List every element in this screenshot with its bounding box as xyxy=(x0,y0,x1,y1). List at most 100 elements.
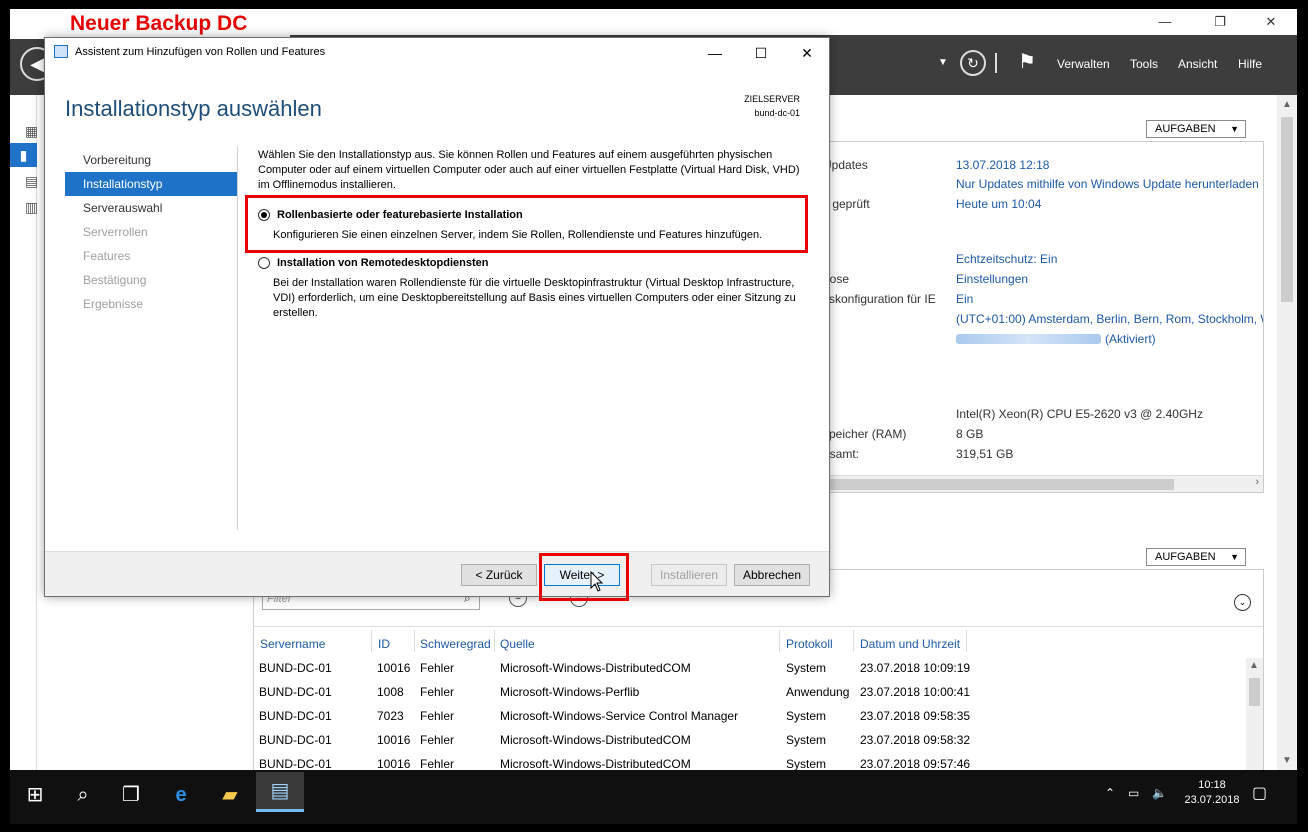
col-log[interactable]: Protokoll xyxy=(786,637,833,651)
scrollbar-thumb[interactable] xyxy=(1249,678,1260,706)
prop-value-activation[interactable]: (Aktiviert) xyxy=(1105,332,1156,346)
server-manager-taskbar-button[interactable]: ▤ xyxy=(256,772,304,812)
col-severity[interactable]: Schweregrad xyxy=(420,637,491,651)
clock[interactable]: 10:18 23.07.2018 xyxy=(1182,778,1242,808)
file-explorer-icon[interactable]: ▰ xyxy=(215,780,245,810)
wizard-footer: < Zurück Weiter > Installieren Abbrechen xyxy=(45,551,829,596)
cell-source: Microsoft-Windows-Service Control Manage… xyxy=(500,709,739,723)
maximize-button[interactable]: ❐ xyxy=(1200,11,1240,33)
prop-value-update-mode[interactable]: Nur Updates mithilfe von Windows Update … xyxy=(956,177,1259,191)
cell-log: System xyxy=(786,709,827,723)
chevron-down-icon[interactable]: ▼ xyxy=(1282,755,1292,766)
wizard-titlebar: Assistent zum Hinzufügen von Rollen und … xyxy=(45,38,829,68)
close-button[interactable]: ✕ xyxy=(1251,11,1291,33)
mouse-pointer-icon xyxy=(590,571,604,592)
cell-source: Microsoft-Windows-DistributedCOM xyxy=(500,661,691,675)
column-separator xyxy=(853,630,854,652)
cell-datetime: 23.07.2018 09:58:35 xyxy=(860,709,971,723)
prop-value-last-checked[interactable]: Heute um 10:04 xyxy=(956,197,1041,211)
cell-id: 10016 xyxy=(377,661,411,675)
cell-source: Microsoft-Windows-Perflib xyxy=(500,685,640,699)
speaker-muted-icon[interactable]: 🔈 xyxy=(1152,786,1167,800)
file-services-icon[interactable]: ▥ xyxy=(25,199,43,215)
cell-id: 7023 xyxy=(377,709,404,723)
radio-role-based[interactable] xyxy=(258,209,270,221)
menu-tools[interactable]: Tools xyxy=(1130,57,1158,71)
search-icon[interactable]: ⌕ xyxy=(68,780,98,810)
step-serverauswahl[interactable]: Serverauswahl xyxy=(65,196,237,220)
chevron-up-icon[interactable]: ⌃ xyxy=(1105,786,1115,800)
prop-value-diagnostics[interactable]: Einstellungen xyxy=(956,272,1028,286)
action-center-icon[interactable]: ▢ xyxy=(1252,783,1267,803)
expand-icon[interactable]: ⌄ xyxy=(1234,594,1251,611)
cell-datetime: 23.07.2018 09:58:32 xyxy=(860,733,971,747)
option-remote-desktop[interactable]: Installation von Remotedesktopdiensten xyxy=(258,257,488,269)
chevron-up-icon[interactable]: ▲ xyxy=(1282,99,1292,110)
prop-label: s geprüft xyxy=(823,197,870,211)
dashboard-icon[interactable]: ▦ xyxy=(25,123,43,139)
prop-value-updates[interactable]: 13.07.2018 12:18 xyxy=(956,158,1049,172)
menu-hilfe[interactable]: Hilfe xyxy=(1238,57,1262,71)
table-row[interactable]: BUND-DC-01 10016 Fehler Microsoft-Window… xyxy=(254,728,1234,752)
header-separator xyxy=(995,53,997,73)
minimize-button[interactable]: — xyxy=(1145,11,1185,33)
refresh-icon[interactable]: ↻ xyxy=(960,50,986,76)
clock-time: 10:18 xyxy=(1198,779,1226,791)
tasks-dropdown-events[interactable]: AUFGABEN ▼ xyxy=(1146,548,1246,566)
task-view-icon[interactable]: ❐ xyxy=(116,780,146,810)
wizard-title: Assistent zum Hinzufügen von Rollen und … xyxy=(75,46,326,58)
col-servername[interactable]: Servername xyxy=(260,637,325,651)
col-id[interactable]: ID xyxy=(378,637,390,651)
tasks-label: AUFGABEN xyxy=(1155,551,1216,563)
option-role-based[interactable]: Rollenbasierte oder featurebasierte Inst… xyxy=(258,209,523,221)
wizard-close-button[interactable]: ✕ xyxy=(784,40,829,66)
prop-value-timezone[interactable]: (UTC+01:00) Amsterdam, Berlin, Bern, Rom… xyxy=(956,312,1263,326)
chevron-down-icon: ▼ xyxy=(1230,124,1239,134)
cancel-button[interactable]: Abbrechen xyxy=(734,564,810,586)
all-servers-icon[interactable]: ▤ xyxy=(25,173,43,189)
step-serverrollen: Serverrollen xyxy=(83,225,148,239)
tasks-dropdown-properties[interactable]: AUFGABEN ▼ xyxy=(1146,120,1246,138)
chevron-up-icon[interactable]: ▲ xyxy=(1249,660,1259,671)
taskbar: ⊞ ⌕ ❐ e ▰ ▤ ⌃ ▭ 🔈 10:18 23.07.2018 ▢ xyxy=(10,770,1297,824)
next-button[interactable]: Weiter > xyxy=(544,564,620,586)
cell-server: BUND-DC-01 xyxy=(259,685,332,699)
wizard-minimize-button[interactable]: — xyxy=(692,40,738,66)
step-installationstyp[interactable]: Installationstyp xyxy=(65,172,237,196)
menu-ansicht[interactable]: Ansicht xyxy=(1178,57,1217,71)
prop-value-ie-security[interactable]: Ein xyxy=(956,292,973,306)
step-vorbereitung[interactable]: Vorbereitung xyxy=(65,148,237,172)
cell-severity: Fehler xyxy=(420,709,455,723)
scrollbar-thumb[interactable] xyxy=(1281,117,1293,302)
local-server-icon[interactable]: ▮ xyxy=(10,143,37,167)
col-source[interactable]: Quelle xyxy=(500,637,535,651)
radio-remote-desktop[interactable] xyxy=(258,257,270,269)
network-icon[interactable]: ▭ xyxy=(1128,786,1139,800)
main-vertical-scrollbar[interactable]: ▲ ▼ xyxy=(1277,95,1297,770)
menu-verwalten[interactable]: Verwalten xyxy=(1057,57,1110,71)
cell-id: 1008 xyxy=(377,685,404,699)
notification-flag-icon[interactable]: ⚑ xyxy=(1018,49,1036,74)
prop-value-realtime-protection[interactable]: Echtzeitschutz: Ein xyxy=(956,252,1057,266)
back-button[interactable]: < Zurück xyxy=(461,564,537,586)
option-role-based-label: Rollenbasierte oder featurebasierte Inst… xyxy=(277,209,523,221)
wizard-app-icon xyxy=(54,45,68,58)
column-separator xyxy=(779,630,780,652)
wizard-maximize-button[interactable]: ☐ xyxy=(738,40,784,66)
cell-severity: Fehler xyxy=(420,685,455,699)
table-row[interactable]: BUND-DC-01 7023 Fehler Microsoft-Windows… xyxy=(254,704,1234,728)
target-server-value: bund-dc-01 xyxy=(754,108,800,118)
server-manager-nav: ▦ ▮ ▤ ▥ xyxy=(10,95,38,770)
table-row[interactable]: BUND-DC-01 1008 Fehler Microsoft-Windows… xyxy=(254,680,1234,704)
cell-severity: Fehler xyxy=(420,661,455,675)
prop-value-ram: 8 GB xyxy=(956,427,984,441)
internet-explorer-icon[interactable]: e xyxy=(166,780,196,810)
col-datetime[interactable]: Datum und Uhrzeit xyxy=(860,637,960,651)
table-row[interactable]: BUND-DC-01 10016 Fehler Microsoft-Window… xyxy=(254,656,1234,680)
chevron-right-icon[interactable]: › xyxy=(1255,476,1259,488)
events-panel: Filter ⌕ ≡ ⌄ ⌄ Servername ID Schweregrad… xyxy=(253,569,1264,779)
column-separator xyxy=(371,630,372,652)
chevron-down-icon[interactable]: ▼ xyxy=(938,57,948,68)
vertical-scrollbar[interactable]: ▲ xyxy=(1246,658,1263,778)
windows-start-icon[interactable]: ⊞ xyxy=(20,780,50,810)
